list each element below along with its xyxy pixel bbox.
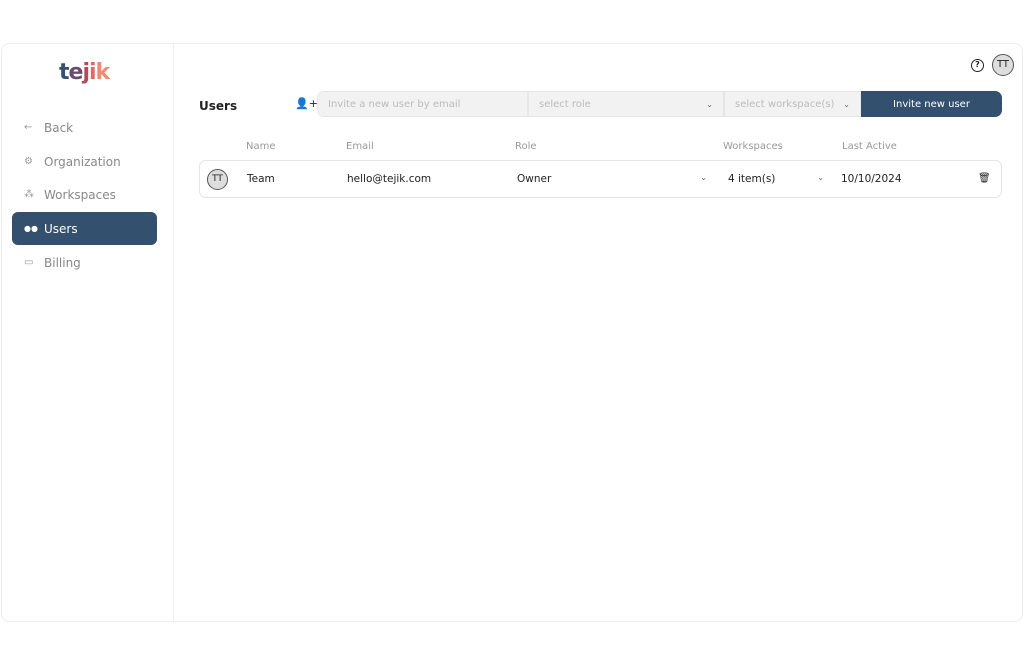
sidebar-item-label: Users (44, 221, 78, 236)
invite-email-input[interactable]: Invite a new user by email (317, 91, 528, 117)
workspaces-dropdown[interactable]: 4 item(s) ⌄ (728, 173, 824, 185)
main-content: ? TT Users 👤+ Invite a new user by email… (175, 44, 1022, 621)
invite-button[interactable]: Invite new user (861, 91, 1002, 117)
header-email: Email (346, 141, 374, 152)
avatar: TT (207, 169, 228, 190)
chevron-down-icon: ⌄ (700, 173, 707, 182)
chevron-down-icon: ⌄ (843, 99, 850, 109)
gear-icon: ⚙ (24, 156, 33, 167)
sidebar-item-back[interactable]: ← Back (12, 111, 157, 144)
users-icon: ●● (24, 224, 38, 233)
sidebar-item-workspaces[interactable]: ⁂ Workspaces (12, 178, 157, 211)
header-last-active: Last Active (842, 141, 897, 152)
header-name: Name (246, 141, 276, 152)
user-avatar[interactable]: TT (992, 54, 1014, 76)
sidebar-item-label: Billing (44, 255, 81, 270)
role-select[interactable]: select role ⌄ (528, 91, 724, 117)
sidebar: tejik ← Back ⚙ Organization ⁂ Workspaces ●●… (2, 44, 174, 621)
add-user-icon: 👤+ (295, 97, 318, 110)
page-title: Users (199, 99, 238, 113)
user-name: Team (247, 173, 275, 185)
help-icon[interactable]: ? (971, 59, 984, 72)
header-workspaces: Workspaces (723, 141, 783, 152)
sidebar-item-organization[interactable]: ⚙ Organization (12, 145, 157, 178)
header-role: Role (515, 141, 537, 152)
sidebar-item-label: Back (44, 120, 74, 135)
app-window: tejik ← Back ⚙ Organization ⁂ Workspaces ●●… (1, 43, 1023, 622)
user-email: hello@tejik.com (347, 173, 432, 185)
invite-bar: Invite a new user by email select role ⌄ … (317, 91, 1002, 117)
placeholder: select role (539, 98, 591, 110)
credit-card-icon: ▭ (24, 257, 34, 268)
nodes-icon: ⁂ (24, 189, 34, 200)
sidebar-item-label: Organization (44, 154, 121, 169)
logo: tejik (59, 60, 110, 85)
placeholder: select workspace(s) (735, 98, 835, 110)
placeholder: Invite a new user by email (328, 98, 461, 110)
arrow-left-icon: ← (24, 122, 33, 133)
chevron-down-icon: ⌄ (817, 173, 824, 182)
table-row: TT Team hello@tejik.com Owner ⌄ 4 item(s)… (199, 160, 1002, 198)
sidebar-item-users[interactable]: ●● Users (12, 212, 157, 245)
last-active: 10/10/2024 (841, 173, 902, 185)
workspaces-value: 4 item(s) (728, 173, 776, 185)
trash-icon[interactable]: 🗑 (978, 173, 991, 184)
sidebar-item-label: Workspaces (44, 187, 116, 202)
sidebar-item-billing[interactable]: ▭ Billing (12, 246, 157, 279)
chevron-down-icon: ⌄ (706, 99, 713, 109)
role-dropdown[interactable]: Owner ⌄ (517, 173, 707, 185)
workspace-select[interactable]: select workspace(s) ⌄ (724, 91, 861, 117)
role-value: Owner (517, 173, 552, 185)
